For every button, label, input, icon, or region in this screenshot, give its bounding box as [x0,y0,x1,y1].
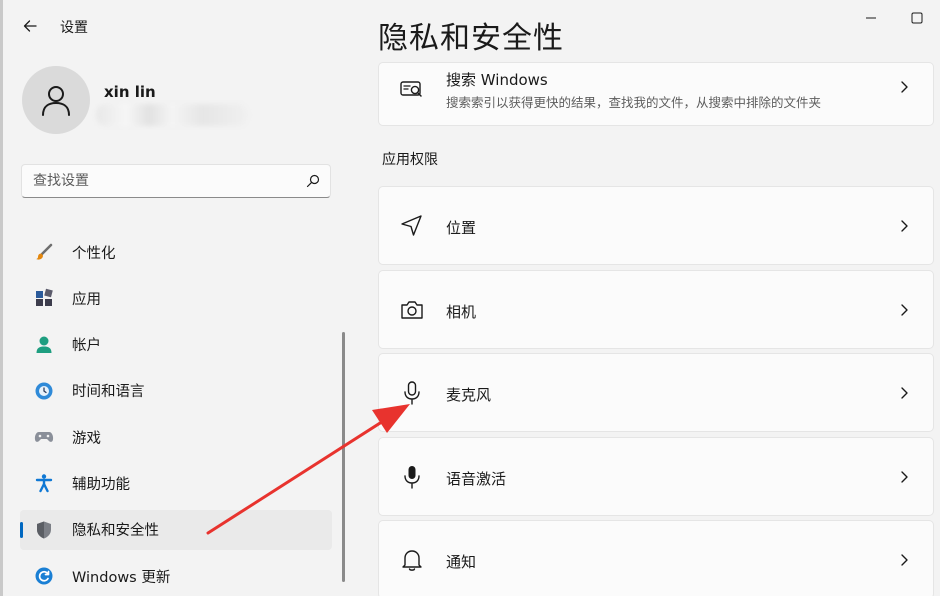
card-title: 位置 [446,219,477,237]
chevron-right-icon [897,386,911,400]
sidebar-item-privacy-security[interactable]: 隐私和安全性 [20,509,332,550]
search-windows-card[interactable]: 搜索 Windows 搜索索引以获得更快的结果，查找我的文件，从搜索中排除的文件… [378,62,934,126]
permission-microphone[interactable]: 麦克风 [378,353,934,432]
account-icon [34,335,54,355]
sidebar-item-gaming[interactable]: 游戏 [20,417,332,457]
sidebar-item-label: 时间和语言 [72,384,145,401]
microphone-icon [399,380,425,406]
sidebar-item-label: 帐户 [72,338,101,355]
sidebar-item-label: 辅助功能 [72,476,130,493]
user-name: xin lin [104,83,156,101]
user-email-redacted [96,104,248,126]
search-box[interactable] [21,164,331,198]
card-title: 通知 [446,553,477,571]
sidebar-item-label: 游戏 [72,430,101,447]
permission-voice-activation[interactable]: 语音激活 [378,437,934,516]
maximize-icon [911,12,923,24]
page-title: 隐私和安全性 [378,21,564,56]
card-subtitle: 搜索索引以获得更快的结果，查找我的文件，从搜索中排除的文件夹 [446,95,822,110]
sidebar-item-label: 个性化 [72,245,116,262]
window-border [0,0,3,596]
windows-update-icon [34,566,54,586]
card-title: 麦克风 [446,386,492,404]
camera-icon [399,297,425,323]
location-icon [399,213,425,239]
sidebar-item-label: Windows 更新 [72,569,171,586]
card-title: 搜索 Windows [446,71,548,89]
back-arrow-icon [23,20,37,32]
search-windows-icon [399,77,425,103]
chevron-right-icon [897,470,911,484]
brush-icon [34,242,54,262]
sidebar-item-accessibility[interactable]: 辅助功能 [20,463,332,503]
back-button[interactable] [18,14,42,38]
permission-camera[interactable]: 相机 [378,270,934,349]
sidebar-item-personalization[interactable]: 个性化 [20,232,332,272]
sidebar-item-accounts[interactable]: 帐户 [20,325,332,365]
chevron-right-icon [897,303,911,317]
apps-icon [34,288,54,308]
chevron-right-icon [897,219,911,233]
sidebar-item-windows-update[interactable]: Windows 更新 [20,556,332,596]
section-label: 应用权限 [382,152,438,168]
accessibility-icon [34,473,54,493]
permission-notifications[interactable]: 通知 [378,520,934,596]
minimize-button[interactable] [848,0,894,36]
search-icon[interactable] [306,174,320,188]
sidebar-item-apps[interactable]: 应用 [20,278,332,318]
card-title: 语音激活 [446,470,507,488]
sidebar-item-time-language[interactable]: 时间和语言 [20,371,332,411]
sidebar-item-label: 应用 [72,291,101,308]
avatar[interactable] [22,66,90,134]
chevron-right-icon [897,80,911,94]
sidebar-item-label: 隐私和安全性 [72,523,159,540]
sidebar-nav: 个性化 应用 帐户 时间和语言 游戏 辅助功能 隐私和安全性 Windows 更… [20,232,332,596]
voice-activation-icon [399,464,425,490]
globe-clock-icon [34,381,54,401]
search-input[interactable] [33,173,306,189]
shield-icon [34,520,54,540]
app-title: 设置 [60,20,88,36]
minimize-icon [866,17,876,19]
permission-location[interactable]: 位置 [378,186,934,265]
chevron-right-icon [897,553,911,567]
window-controls [848,0,940,36]
maximize-button[interactable] [894,0,940,36]
sidebar-scrollbar[interactable] [342,332,345,582]
person-icon [42,86,70,116]
card-title: 相机 [446,303,477,321]
bell-icon [399,547,425,573]
gamepad-icon [34,427,54,447]
